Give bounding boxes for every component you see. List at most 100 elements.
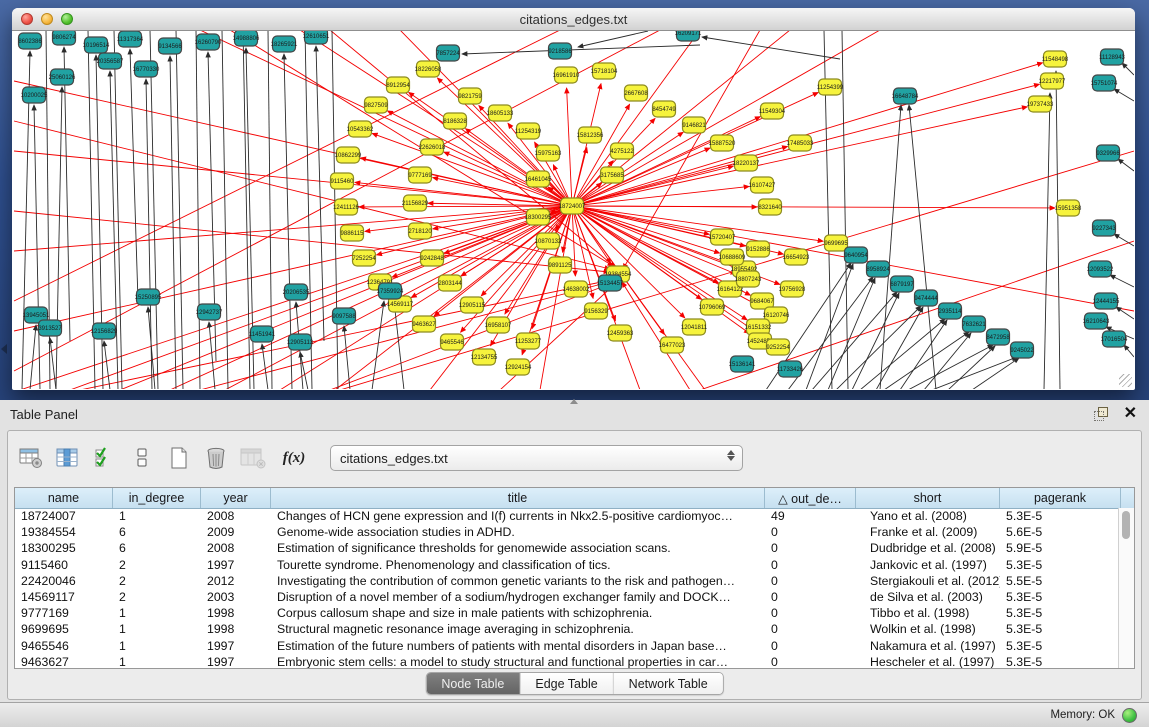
tab-edge-table[interactable]: Edge Table [520,673,613,694]
node[interactable]: 18265921 [271,36,298,52]
selected-node[interactable]: 18605133 [487,105,514,121]
selected-node[interactable]: 14638002 [563,281,590,297]
selected-node[interactable]: 9242848 [420,250,444,266]
column-header[interactable]: year [201,488,271,508]
selected-node[interactable]: 11254319 [515,123,542,139]
selected-node[interactable]: 12134755 [471,349,498,365]
selected-node[interactable]: 10688609 [719,249,746,265]
table-settings-icon[interactable] [18,445,44,471]
selected-node[interactable]: 11549304 [759,103,786,119]
column-header[interactable]: △ out_de… [765,488,856,508]
node[interactable]: 12942737 [196,304,223,320]
network-canvas[interactable]: 1872400718300295193845541822605889129549… [13,31,1134,389]
node[interactable]: 15751074 [1091,75,1118,91]
column-header[interactable]: in_degree [113,488,201,508]
node[interactable]: 11317364 [117,31,144,47]
node[interactable]: 6879197 [890,276,914,292]
selected-node[interactable]: 18807243 [735,271,762,287]
table-row[interactable]: 1938455462009Genome-wide association stu… [15,524,1119,540]
function-builder-icon[interactable]: f(x) [277,445,311,471]
selected-node[interactable]: 9886115 [341,225,365,241]
float-panel-icon[interactable] [1094,407,1108,421]
select-columns-icon[interactable] [55,445,81,471]
selection-mode-icon[interactable] [92,445,118,471]
node[interactable]: 7632621 [962,316,986,332]
table-row[interactable]: 977716911998Corpus callosum shape and si… [15,605,1119,621]
node[interactable]: 9329966 [1096,145,1120,161]
column-header[interactable]: title [271,488,765,508]
selected-node[interactable]: 19756928 [779,281,806,297]
node[interactable]: 12444155 [1093,293,1120,309]
selected-node[interactable]: 2803144 [438,275,462,291]
table-row[interactable]: 911546021997Tourette syndrome. Phenomeno… [15,557,1119,573]
selected-node[interactable]: 9152886 [746,241,770,257]
node[interactable]: 17359924 [377,283,404,299]
selected-node[interactable]: 12041811 [681,319,708,335]
selected-node[interactable]: 9821759 [458,88,482,104]
selected-node[interactable]: 9891125 [549,257,573,273]
node[interactable]: 9227343 [1092,220,1116,236]
table-row[interactable]: 1456911722003Disruption of a novel membe… [15,589,1119,605]
table-row[interactable]: 1872400712008Changes of HCN gene express… [15,508,1119,524]
table-row[interactable]: 2242004622012Investigating the contribut… [15,573,1119,589]
selected-node[interactable]: 8186328 [443,113,467,129]
selected-node[interactable]: 2667608 [624,85,648,101]
network-graph[interactable]: 1872400718300295193845541822605889129549… [13,31,1134,389]
node[interactable]: 14988806 [233,31,260,46]
selected-node[interactable]: 9699695 [824,235,848,251]
selected-node[interactable]: 22626018 [419,139,446,155]
selected-node[interactable]: 15951358 [1055,200,1082,216]
node[interactable]: 12905113 [287,334,314,350]
selected-node[interactable]: 8912954 [386,77,410,93]
node[interactable]: 20206535 [283,284,310,300]
selected-node[interactable]: 9777169 [408,167,432,183]
close-panel-icon[interactable]: ✕ [1124,407,1137,421]
table-row[interactable]: 1830029562008Estimation of significance … [15,540,1119,556]
node[interactable]: 16210643 [1083,313,1110,329]
selected-node[interactable]: 10543362 [347,121,374,137]
scrollbar-thumb[interactable] [1122,511,1130,539]
node[interactable]: 17016504 [1101,331,1128,347]
node[interactable]: 9806274 [52,31,76,45]
table-select-dropdown[interactable]: citations_edges.txt [330,445,743,471]
close-window-button[interactable] [21,13,33,25]
selected-node[interactable]: 17485033 [787,135,814,151]
node[interactable]: 15250895 [135,289,162,305]
selected-node[interactable]: 9115460 [331,173,355,189]
node[interactable]: 12156829 [91,323,118,339]
selected-node[interactable]: 16961910 [553,67,580,83]
new-column-icon[interactable] [166,445,192,471]
node[interactable]: 9134566 [158,38,182,54]
node[interactable]: 9640954 [844,247,868,263]
selected-node[interactable]: 15887520 [709,135,736,151]
selected-node[interactable]: 21156829 [402,195,429,211]
window-resize-grip[interactable] [1119,374,1132,387]
node[interactable]: 9474444 [914,290,938,306]
selected-node[interactable]: 16107427 [749,177,776,193]
node[interactable]: 10200025 [21,87,48,103]
node[interactable]: 9245022 [1010,342,1034,358]
node[interactable]: 3913527 [38,320,62,336]
column-header[interactable]: short [856,488,1000,508]
selected-node[interactable]: 9465546 [440,334,464,350]
selected-node[interactable]: 9156329 [584,303,608,319]
node[interactable]: 8958924 [866,261,890,277]
selected-node[interactable]: 12459363 [607,325,634,341]
node[interactable]: 25060126 [49,69,76,85]
selected-node[interactable]: 12217977 [1039,73,1066,89]
selected-node[interactable]: 11548498 [1042,51,1069,67]
selected-node[interactable]: 16477023 [659,337,686,353]
node[interactable]: 16209171 [675,31,702,41]
panel-splitter-handle[interactable] [570,399,578,404]
selected-node[interactable]: 12411126 [333,199,359,215]
selected-node[interactable]: 8321640 [758,199,782,215]
selected-node[interactable]: 4275122 [610,143,634,159]
selected-node[interactable]: 15812356 [577,127,604,143]
node[interactable]: 15136141 [729,356,756,372]
node[interactable]: 8472958 [986,329,1010,345]
tab-node-table[interactable]: Node Table [426,673,520,694]
node[interactable]: 20356587 [97,53,124,69]
minimize-window-button[interactable] [41,13,53,25]
node[interactable]: 12093522 [1087,261,1114,277]
selected-node[interactable]: 16461045 [525,171,552,187]
